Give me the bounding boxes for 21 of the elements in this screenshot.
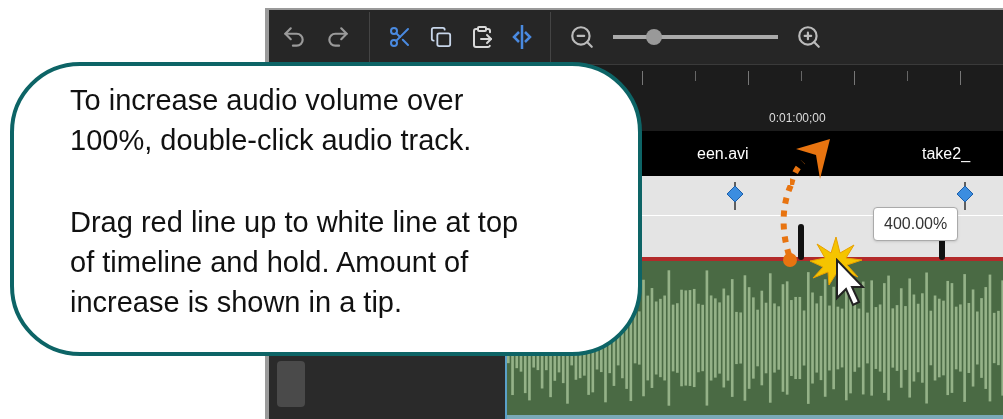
track-handle bbox=[277, 361, 305, 407]
redo-icon[interactable] bbox=[325, 24, 351, 50]
time-label: 0:01:00;00 bbox=[769, 110, 826, 127]
keyframe-icon[interactable] bbox=[955, 182, 975, 210]
zoom-in-icon[interactable] bbox=[796, 24, 822, 50]
volume-tooltip: 400.00% bbox=[873, 207, 959, 241]
cut-icon[interactable] bbox=[388, 24, 412, 50]
callout-text: Drag red line up to white line at top of timeline and hold. Amount of increase is shown in a tip. bbox=[70, 205, 520, 320]
undo-icon[interactable] bbox=[281, 24, 307, 50]
zoom-slider[interactable] bbox=[613, 29, 778, 45]
volume-handle[interactable] bbox=[798, 224, 804, 260]
paste-icon[interactable] bbox=[470, 24, 494, 50]
copy-icon[interactable] bbox=[430, 26, 452, 48]
keyframe-icon[interactable] bbox=[725, 182, 745, 210]
arrow-icon bbox=[790, 137, 832, 185]
split-icon[interactable] bbox=[512, 24, 532, 50]
slider-thumb[interactable] bbox=[646, 29, 663, 45]
clip-title: take2_ bbox=[922, 144, 971, 162]
clip-title: een.avi bbox=[697, 144, 749, 162]
callout-text: To increase audio volume over 100%, double-click audio track. bbox=[70, 83, 473, 158]
zoom-out-icon[interactable] bbox=[569, 24, 595, 50]
